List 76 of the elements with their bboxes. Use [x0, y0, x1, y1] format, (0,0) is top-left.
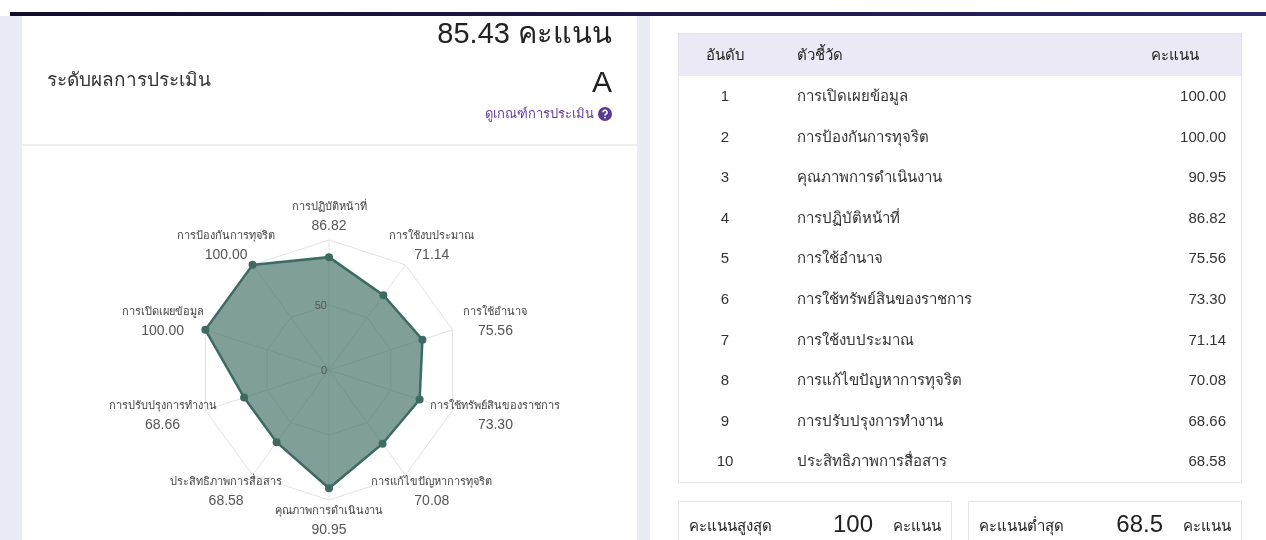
data-point — [201, 325, 210, 334]
stat-value: 100 — [831, 509, 874, 538]
table-cell-text: 71.14 — [1188, 329, 1227, 350]
axis-tick: 0 — [320, 364, 327, 376]
axis-label: การใช้ทรัพย์สินของราชการ — [430, 398, 561, 411]
table-cell-text: 68.58 — [1188, 451, 1227, 472]
value-label: 100.00 — [204, 246, 248, 263]
axis-label: การปรับปรุงการทำงาน — [108, 398, 217, 411]
grade-label: ระดับผลการประเมิน — [47, 68, 211, 92]
value-label: 71.14 — [414, 246, 450, 263]
total-score: 85.43 คะแนน — [437, 16, 612, 50]
data-point — [325, 253, 333, 262]
data-point — [378, 439, 387, 448]
column-header: คะแนน — [1151, 44, 1200, 65]
table-cell-text: 6 — [719, 289, 731, 309]
table-cell-text: การใช้งบประมาณ — [796, 329, 915, 350]
axis-label: ประสิทธิภาพการสื่อสาร — [170, 474, 283, 487]
value-label: 90.95 — [311, 521, 347, 537]
data-point — [325, 484, 333, 493]
stat-label: คะแนนสูงสุด — [689, 516, 772, 538]
criteria-link[interactable]: ดูเกณฑ์การประเมิน — [485, 104, 612, 124]
table-cell-text: 86.82 — [1188, 207, 1227, 228]
axis-label: การเปิดเผยข้อมูล — [121, 305, 204, 318]
value-label: 70.08 — [414, 491, 450, 508]
table-cell-text: 100.00 — [1180, 86, 1227, 107]
column-header: ตัวชี้วัด — [796, 43, 844, 65]
table-cell-text: 9 — [719, 410, 731, 431]
stat-label: คะแนนต่ำสุด — [979, 515, 1064, 538]
table-cell-text: 10 — [715, 451, 735, 472]
table-cell-text: 75.56 — [1188, 248, 1227, 269]
stat-value: 68.5 — [1115, 509, 1164, 538]
axis-label: การใช้งบประมาณ — [389, 229, 475, 242]
help-icon — [598, 106, 612, 121]
value-label: 86.82 — [311, 217, 347, 233]
table-cell-text: การปรับปรุงการทำงาน — [796, 410, 944, 433]
value-label: 100.00 — [141, 322, 184, 339]
table-cell-text: คุณภาพการดำเนินงาน — [796, 167, 943, 189]
table-cell-text: การใช้ทรัพย์สินของราชการ — [796, 289, 973, 309]
value-label: 73.30 — [477, 415, 513, 432]
value-label: 68.66 — [145, 415, 181, 432]
column-header: อันดับ — [704, 44, 746, 65]
table-cell-text: การปฏิบัติหน้าที่ — [796, 207, 901, 228]
table-cell-text: 3 — [719, 167, 731, 188]
data-point — [272, 438, 281, 447]
table-cell-text: การแก้ไขปัญหาการทุจริต — [796, 370, 963, 392]
axis-label: คุณภาพการดำเนินงาน — [275, 504, 383, 516]
axis-tick: 50 — [314, 299, 327, 311]
table-cell-text: 5 — [719, 248, 731, 269]
value-label: 68.58 — [208, 491, 244, 508]
table-cell-text: การป้องกันการทุจริต — [796, 126, 930, 149]
table-cell-text: 73.30 — [1188, 289, 1227, 309]
axis-label: การใช้อำนาจ — [463, 305, 528, 318]
axis-label: การแก้ไขปัญหาการทุจริต — [371, 474, 493, 487]
table-cell-text: ประสิทธิภาพการสื่อสาร — [796, 450, 948, 472]
table-cell-text: 7 — [719, 329, 731, 350]
table-cell-text: การใช้อำนาจ — [796, 248, 884, 269]
table-cell-text: 1 — [719, 86, 731, 107]
table-cell-text: 4 — [719, 207, 731, 228]
stat-unit: คะแนน — [1183, 516, 1231, 537]
data-point — [379, 291, 388, 300]
data-point — [240, 393, 249, 402]
table-cell-text: 8 — [719, 370, 731, 391]
value-label: 75.56 — [477, 322, 513, 339]
table-cell-text: 90.95 — [1188, 167, 1227, 188]
axis-label: การปฏิบัติหน้าที่ — [291, 200, 367, 212]
table-cell-text: 70.08 — [1188, 370, 1227, 391]
axis-label: การป้องกันการทุจริต — [177, 229, 276, 242]
grade-value: A — [592, 64, 612, 100]
data-point — [415, 395, 424, 404]
table-cell-text: 2 — [719, 126, 731, 147]
table-cell-text: 100.00 — [1180, 126, 1227, 147]
data-point — [248, 260, 257, 269]
data-point — [418, 335, 427, 344]
stat-unit: คะแนน — [893, 516, 941, 537]
table-cell-text: การเปิดเผยข้อมูล — [796, 86, 909, 107]
table-cell-text: 68.66 — [1188, 410, 1227, 431]
